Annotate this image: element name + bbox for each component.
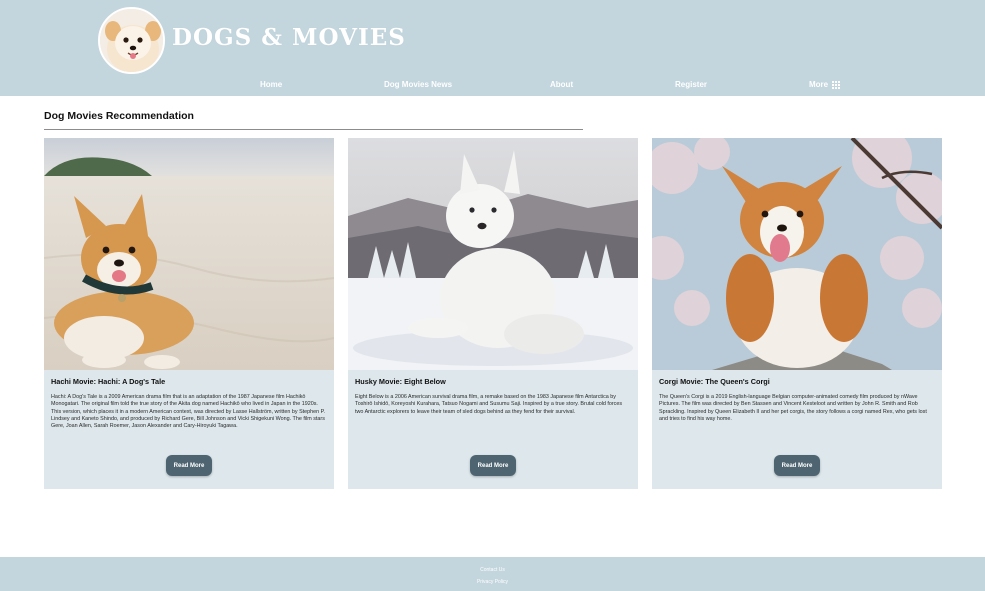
card-description: Eight Below is a 2006 American survival …	[355, 394, 623, 415]
shiba-photo	[44, 138, 334, 370]
card-title: Hachi Movie: Hachi: A Dog's Tale	[51, 377, 166, 386]
footer-contact-link[interactable]: Contact Us	[0, 567, 985, 573]
read-more-button[interactable]: Read More	[166, 455, 212, 476]
nav-dog-movies-news[interactable]: Dog Movies News	[384, 80, 452, 89]
nav-home[interactable]: Home	[260, 80, 282, 89]
brand-title: DOGS & MOVIES	[172, 24, 406, 51]
corgi-photo	[652, 138, 942, 370]
site-header: DOGS & MOVIES Home Dog Movies News About…	[0, 0, 985, 96]
nav-about[interactable]: About	[550, 80, 573, 89]
card-title: Husky Movie: Eight Below	[355, 377, 446, 386]
nav-more-label: More	[809, 80, 829, 89]
movie-card-eight-below: Husky Movie: Eight Below Eight Below is …	[348, 138, 638, 489]
section-divider	[44, 129, 583, 130]
husky-photo	[348, 138, 638, 370]
movie-card-queens-corgi: Corgi Movie: The Queen's Corgi The Queen…	[652, 138, 942, 489]
movie-card-hachi: Hachi Movie: Hachi: A Dog's Tale Hachi: …	[44, 138, 334, 489]
site-footer: Contact Us Privacy Policy	[0, 557, 985, 591]
grid-icon	[832, 80, 841, 89]
nav-more[interactable]: More	[809, 80, 841, 89]
section-title: Dog Movies Recommendation	[44, 110, 194, 122]
pomeranian-logo[interactable]	[98, 7, 165, 74]
card-description: The Queen's Corgi is a 2019 English-lang…	[659, 394, 927, 422]
card-title: Corgi Movie: The Queen's Corgi	[659, 377, 770, 386]
read-more-button[interactable]: Read More	[774, 455, 820, 476]
card-description: Hachi: A Dog's Tale is a 2009 American d…	[51, 394, 326, 430]
read-more-button[interactable]: Read More	[470, 455, 516, 476]
footer-privacy-link[interactable]: Privacy Policy	[0, 579, 985, 585]
nav-register[interactable]: Register	[675, 80, 707, 89]
